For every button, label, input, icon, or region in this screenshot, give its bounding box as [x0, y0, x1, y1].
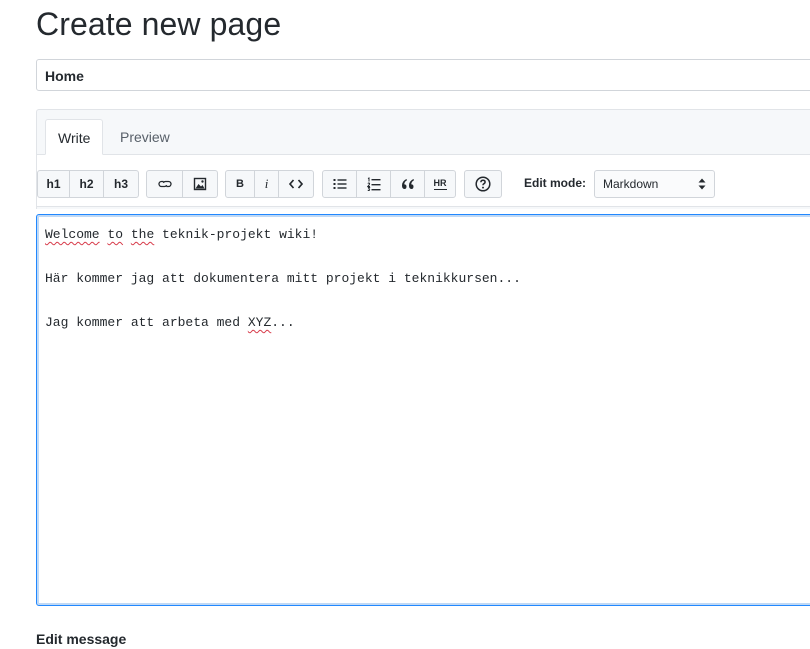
editor-line: Jag kommer att arbeta med XYZ...: [45, 315, 295, 330]
page-title-input[interactable]: Home: [36, 59, 810, 91]
spellcheck-word: Welcome: [45, 227, 100, 242]
unordered-list-icon: [333, 178, 347, 190]
ordered-list-icon: [366, 177, 381, 191]
insert-button-group: [146, 170, 218, 198]
h1-button[interactable]: h1: [38, 171, 70, 197]
image-button[interactable]: [183, 171, 217, 197]
horizontal-rule-button[interactable]: HR: [425, 171, 455, 197]
editor-line: Welcome to the teknik-projekt wiki!: [45, 227, 319, 242]
edit-mode-select[interactable]: Markdown: [594, 170, 715, 198]
toolbar-divider: [36, 206, 810, 207]
editor-line: Här kommer jag att dokumentera mitt proj…: [45, 271, 521, 286]
code-icon: [289, 179, 303, 189]
bold-button[interactable]: B: [226, 171, 255, 197]
h2-button[interactable]: h2: [70, 171, 104, 197]
spellcheck-word: to: [107, 227, 124, 242]
heading-button-group: h1 h2 h3: [37, 170, 139, 198]
link-icon: [157, 178, 173, 190]
spellcheck-word: XYZ: [247, 315, 272, 330]
image-icon: [193, 177, 207, 191]
block-button-group: HR: [322, 170, 456, 198]
help-button[interactable]: [465, 171, 501, 197]
code-button[interactable]: [279, 171, 313, 197]
edit-message-label: Edit message: [36, 631, 127, 647]
tab-write[interactable]: Write: [45, 119, 104, 155]
italic-button[interactable]: i: [255, 171, 279, 197]
ordered-list-button[interactable]: [357, 171, 391, 197]
hr-label: HR: [433, 177, 447, 190]
help-icon: [475, 176, 491, 192]
page-title: Create new page: [36, 6, 282, 42]
quote-icon: [401, 178, 415, 190]
unordered-list-button[interactable]: [323, 171, 357, 197]
help-button-group: [464, 170, 502, 198]
h3-button[interactable]: h3: [104, 171, 138, 197]
select-arrows-icon: [698, 177, 706, 191]
link-button[interactable]: [147, 171, 183, 197]
quote-button[interactable]: [391, 171, 425, 197]
spellcheck-word: the: [130, 227, 155, 242]
tab-preview[interactable]: Preview: [108, 119, 182, 155]
edit-mode-label: Edit mode:: [524, 176, 586, 190]
edit-mode-value: Markdown: [603, 177, 659, 191]
format-button-group: B i: [225, 170, 314, 198]
page-content-textarea[interactable]: Welcome to the teknik-projekt wiki! Här …: [36, 214, 810, 606]
